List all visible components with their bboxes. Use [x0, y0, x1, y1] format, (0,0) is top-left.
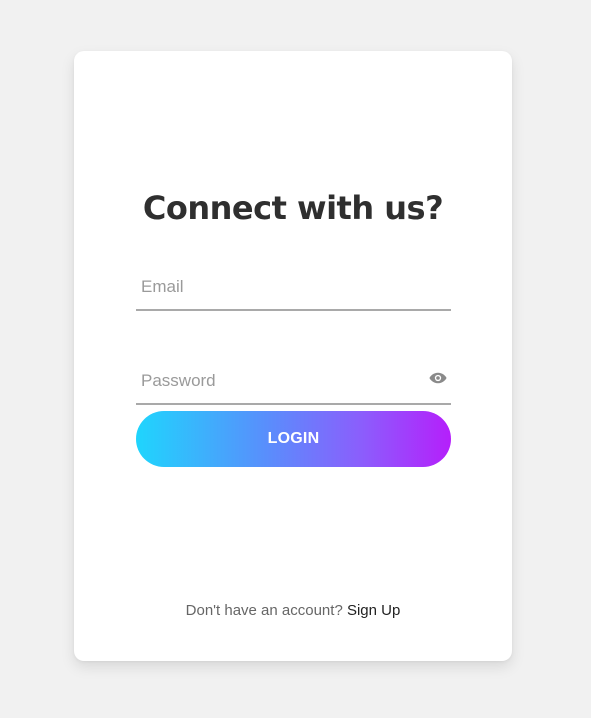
password-field-container	[136, 363, 451, 405]
sign-up-link[interactable]: Sign Up	[347, 602, 400, 619]
eye-icon[interactable]	[429, 371, 447, 385]
page-title: Connect with us?	[142, 189, 444, 227]
signup-prompt: Don't have an account? Sign Up	[74, 601, 512, 621]
login-card: Connect with us? LOGIN Don't have an acc…	[74, 51, 512, 661]
email-field-container	[136, 269, 451, 311]
login-button[interactable]: LOGIN	[136, 411, 451, 467]
password-field[interactable]	[136, 363, 451, 399]
email-field[interactable]	[136, 269, 451, 305]
signup-prompt-text: Don't have an account?	[185, 602, 343, 619]
